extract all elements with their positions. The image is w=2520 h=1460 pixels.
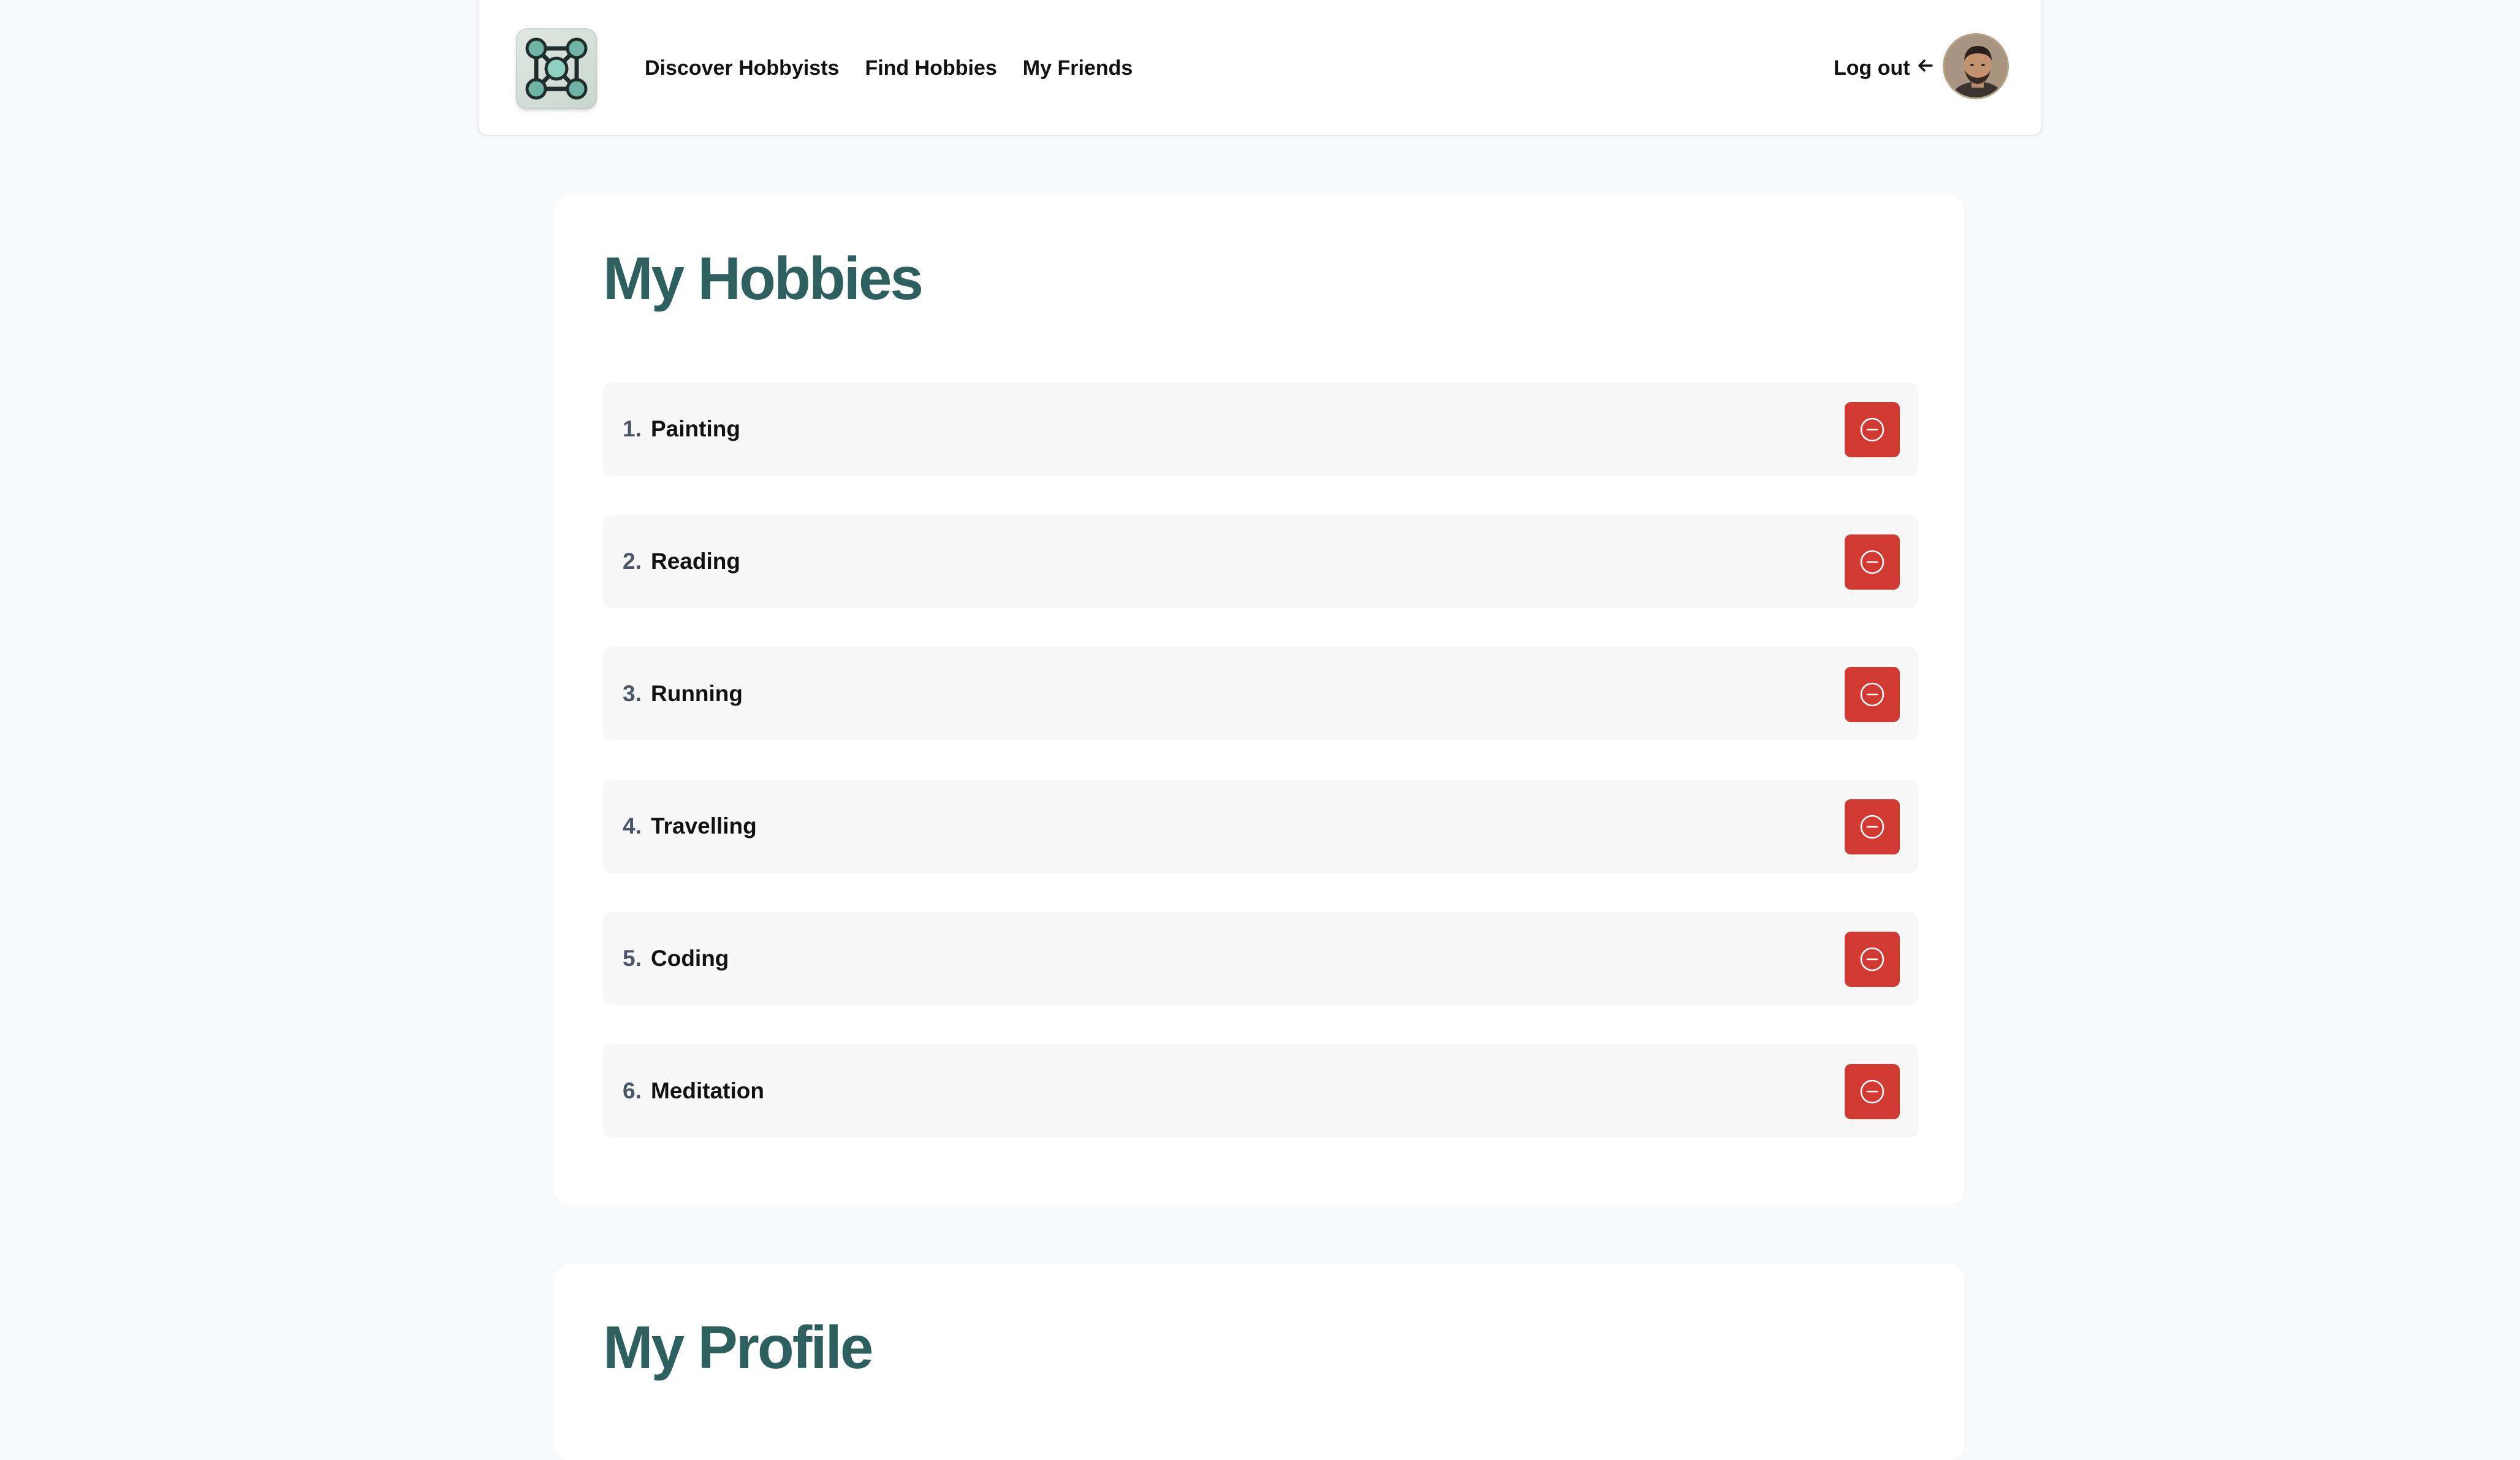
app-logo[interactable] — [516, 28, 597, 109]
minus-circle-icon — [1860, 417, 1884, 442]
nav-discover-hobbyists[interactable]: Discover Hobbyists — [645, 56, 839, 80]
hobby-name: Running — [651, 681, 743, 706]
my-profile-title: My Profile — [603, 1314, 873, 1381]
nav-find-hobbies[interactable]: Find Hobbies — [865, 56, 996, 80]
minus-circle-icon — [1860, 1079, 1884, 1104]
hobby-name: Reading — [651, 549, 740, 574]
hobby-item: 3. Running — [603, 647, 1918, 740]
hobby-item: 5. Coding — [603, 912, 1918, 1005]
main-nav: Discover Hobbyists Find Hobbies My Frien… — [645, 0, 1133, 137]
my-hobbies-title: My Hobbies — [603, 245, 924, 312]
remove-hobby-button[interactable] — [1845, 667, 1900, 722]
hobby-list: 1. Painting 2. Reading 3. Running 4. Tra… — [603, 382, 1918, 1177]
hobby-number: 2. — [623, 549, 642, 574]
hobby-number: 1. — [623, 416, 642, 441]
minus-circle-icon — [1860, 682, 1884, 707]
my-profile-card: My Profile — [554, 1264, 1965, 1460]
minus-circle-icon — [1860, 550, 1884, 574]
hobby-item: 6. Meditation — [603, 1044, 1918, 1138]
hobby-name: Coding — [651, 946, 729, 971]
hobby-name: Painting — [651, 416, 740, 441]
hobby-item: 2. Reading — [603, 515, 1918, 608]
hobby-number: 3. — [623, 681, 642, 706]
remove-hobby-button[interactable] — [1845, 932, 1900, 987]
hobby-item: 4. Travelling — [603, 780, 1918, 873]
top-navbar: Discover Hobbyists Find Hobbies My Frien… — [477, 0, 2043, 136]
hobby-number: 4. — [623, 813, 642, 838]
molecule-network-icon — [525, 37, 588, 100]
logout-label: Log out — [1834, 56, 1910, 80]
nav-my-friends[interactable]: My Friends — [1023, 56, 1133, 80]
minus-circle-icon — [1860, 815, 1884, 839]
remove-hobby-button[interactable] — [1845, 1064, 1900, 1119]
hobby-name: Travelling — [651, 813, 757, 838]
hobby-name: Meditation — [651, 1078, 764, 1103]
logout-button[interactable]: Log out — [1834, 0, 1935, 137]
hobby-number: 6. — [623, 1078, 642, 1103]
remove-hobby-button[interactable] — [1845, 534, 1900, 590]
remove-hobby-button[interactable] — [1845, 799, 1900, 854]
hobby-number: 5. — [623, 946, 642, 971]
user-avatar[interactable] — [1943, 33, 2009, 99]
minus-circle-icon — [1860, 947, 1884, 971]
arrow-left-icon — [1916, 56, 1935, 80]
my-hobbies-card: My Hobbies 1. Painting 2. Reading 3. Run… — [554, 195, 1965, 1205]
remove-hobby-button[interactable] — [1845, 402, 1900, 457]
hobby-item: 1. Painting — [603, 382, 1918, 476]
